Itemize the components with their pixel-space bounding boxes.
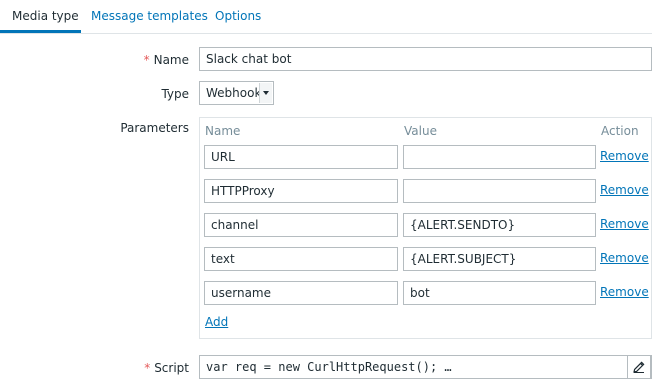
remove-param-link[interactable]: Remove — [600, 251, 649, 265]
script-label: * Script — [144, 361, 189, 375]
pencil-icon[interactable] — [627, 355, 651, 379]
param-value-input[interactable] — [403, 145, 596, 169]
tab-media-type[interactable]: Media type — [0, 0, 81, 33]
script-label-text: Script — [154, 361, 189, 375]
type-select[interactable]: Webhook — [199, 81, 274, 105]
tab-message-templates[interactable]: Message templates — [91, 0, 208, 33]
script-field[interactable]: var req = new CurlHttpRequest(); … — [199, 355, 652, 379]
param-name-input[interactable]: username — [204, 281, 398, 305]
param-name-input[interactable]: channel — [204, 213, 398, 237]
column-header-action: Action — [601, 124, 639, 138]
name-label-text: Name — [153, 53, 189, 67]
script-value: var req = new CurlHttpRequest(); … — [206, 360, 452, 374]
name-label: * Name — [144, 53, 189, 67]
param-name-input[interactable]: text — [204, 247, 398, 271]
required-marker: * — [144, 361, 151, 375]
param-value-input[interactable]: {ALERT.SUBJECT} — [403, 247, 596, 271]
remove-param-link[interactable]: Remove — [600, 149, 649, 163]
param-value-input[interactable]: bot — [403, 281, 596, 305]
parameters-label: Parameters — [120, 121, 189, 135]
required-marker: * — [143, 53, 150, 67]
remove-param-link[interactable]: Remove — [600, 285, 649, 299]
column-header-value: Value — [404, 124, 437, 138]
remove-param-link[interactable]: Remove — [600, 183, 649, 197]
add-param-link[interactable]: Add — [205, 315, 228, 329]
parameters-table: Name Value Action URL Remove HTTPProxy R… — [199, 117, 652, 339]
tab-bar: Media type Message templates Options — [0, 0, 652, 34]
remove-param-link[interactable]: Remove — [600, 217, 649, 231]
column-header-name: Name — [205, 124, 241, 138]
param-value-input[interactable] — [403, 179, 596, 203]
param-name-input[interactable]: URL — [204, 145, 398, 169]
param-name-input[interactable]: HTTPProxy — [204, 179, 398, 203]
type-select-value: Webhook — [206, 86, 262, 100]
tab-options[interactable]: Options — [215, 0, 261, 33]
param-value-input[interactable]: {ALERT.SENDTO} — [403, 213, 596, 237]
type-label: Type — [161, 87, 189, 101]
chevron-down-icon — [259, 83, 272, 103]
name-input[interactable]: Slack chat bot — [199, 47, 652, 71]
